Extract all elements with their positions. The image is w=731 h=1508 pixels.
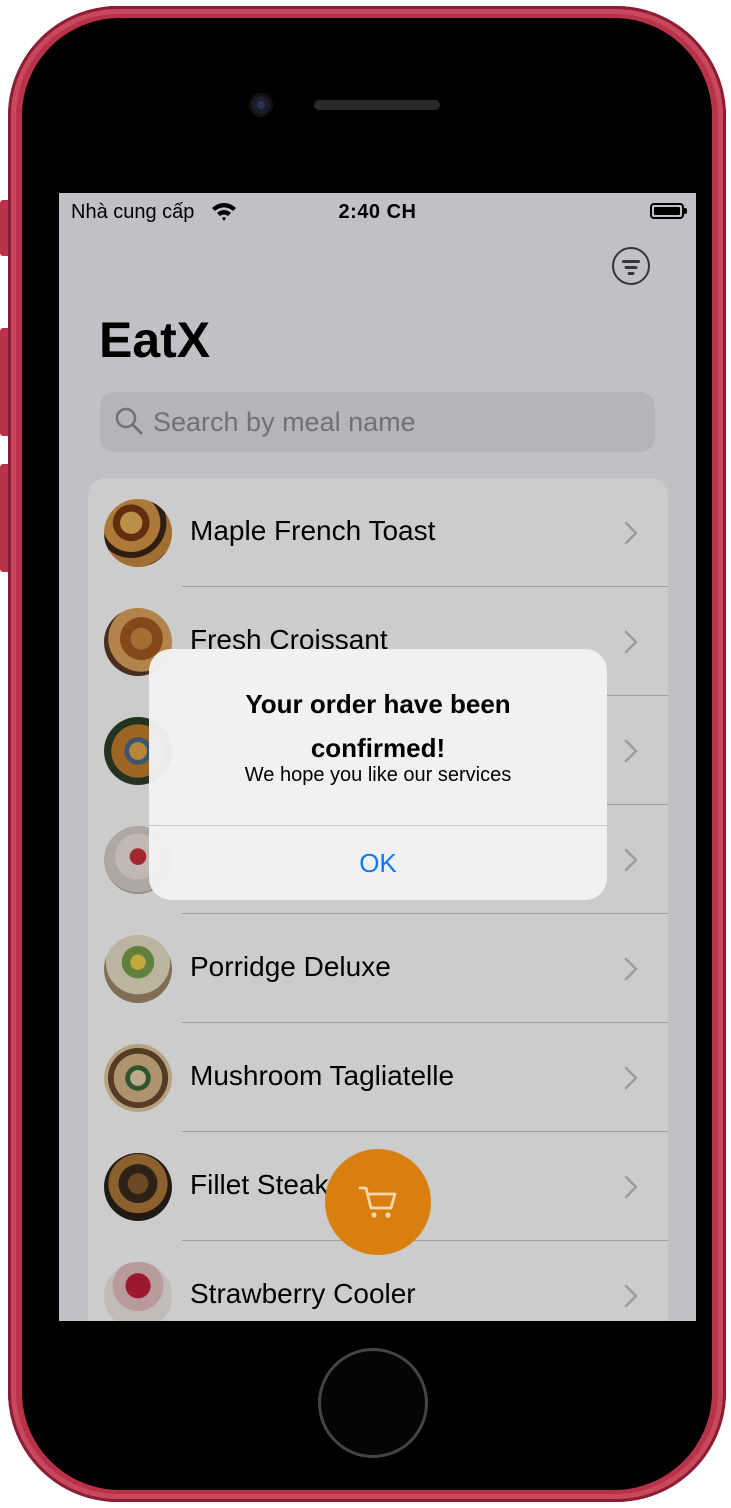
order-confirmed-alert: Your order have been confirmed! We hope … [149,649,607,900]
silent-switch [0,200,8,256]
front-camera [252,96,270,114]
app-screen: Nhà cung cấp 2:40 CH EatX Search by meal… [59,193,696,1321]
volume-down-button [0,464,8,572]
volume-up-button [0,328,8,436]
cart-button[interactable] [325,1149,431,1255]
alert-message: We hope you like our services [244,764,512,786]
cart-icon [358,1186,397,1218]
alert-ok-button[interactable]: OK [149,826,607,900]
earpiece-speaker [314,100,440,110]
alert-title: Your order have been confirmed! [245,689,511,763]
home-button[interactable] [318,1348,428,1458]
